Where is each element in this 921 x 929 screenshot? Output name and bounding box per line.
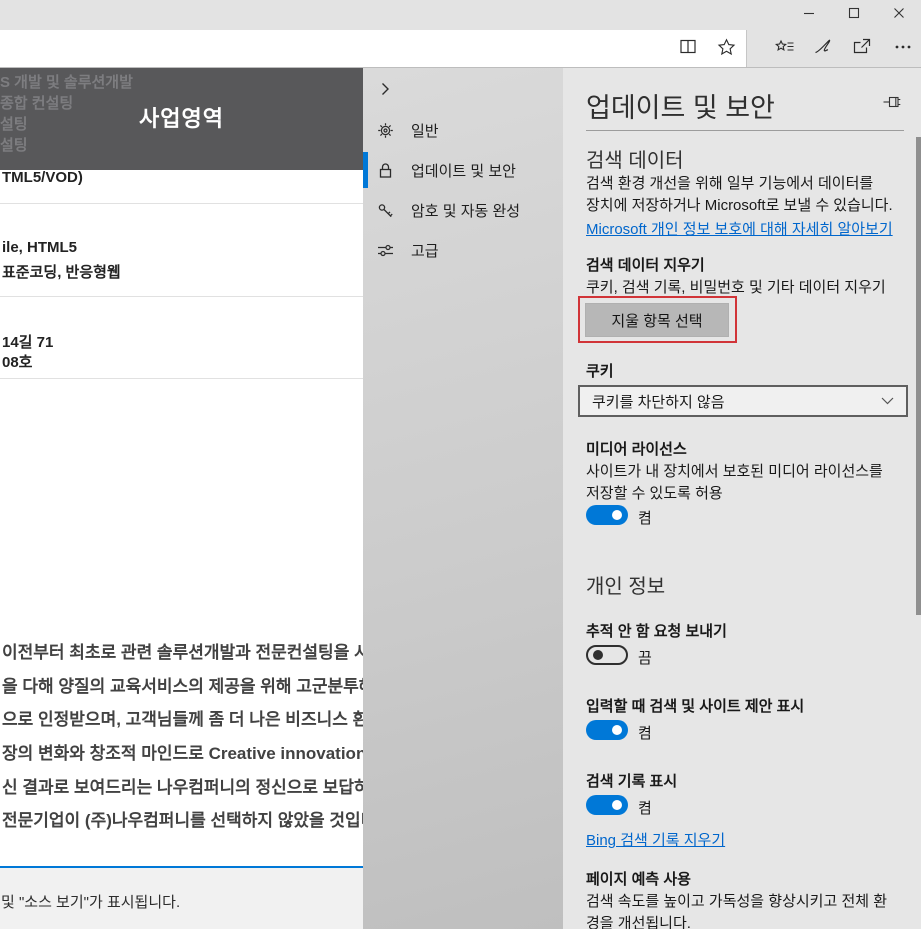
settings-more-button[interactable] bbox=[890, 38, 916, 60]
browsing-data-desc: 장치에 저장하거나 Microsoft로 보낼 수 있습니다. bbox=[586, 194, 893, 215]
minimize-button[interactable] bbox=[786, 0, 831, 30]
title-bar bbox=[0, 0, 921, 30]
key-icon bbox=[377, 202, 394, 219]
address-bar[interactable] bbox=[0, 30, 747, 67]
webpage-menu-item: S 개발 및 솔루션개발 bbox=[0, 71, 133, 92]
webpage-paragraph-line: 신 결과로 보여드리는 나우컴퍼니의 정신으로 보답하겠 bbox=[2, 773, 363, 798]
collapse-panel-button[interactable] bbox=[377, 81, 393, 102]
clear-data-desc: 쿠키, 검색 기록, 비밀번호 및 기타 데이터 지우기 bbox=[586, 276, 886, 297]
cookies-label: 쿠키 bbox=[586, 360, 614, 381]
webpage-paragraph-line: 전문기업이 (주)나우컴퍼니를 선택하지 않았을 것입니 bbox=[2, 806, 363, 831]
search-suggestions-toggle[interactable] bbox=[586, 720, 628, 740]
close-button[interactable] bbox=[876, 0, 921, 30]
page-prediction-heading: 페이지 예측 사용 bbox=[586, 868, 691, 889]
minimize-icon bbox=[803, 6, 815, 24]
web-note-icon bbox=[813, 38, 833, 60]
nav-item-label: 업데이트 및 보안 bbox=[411, 160, 516, 181]
divider bbox=[586, 130, 904, 131]
media-licenses-toggle[interactable] bbox=[586, 505, 628, 525]
divider bbox=[0, 203, 363, 204]
cookies-dropdown-value: 쿠키를 차단하지 않음 bbox=[592, 391, 725, 412]
search-history-toggle-state: 켬 bbox=[638, 797, 652, 818]
webpage-info-line: 08호 bbox=[2, 351, 33, 372]
window-controls bbox=[786, 0, 921, 30]
search-history-label: 검색 기록 표시 bbox=[586, 770, 677, 791]
favorite-star-icon bbox=[717, 38, 736, 61]
webpage-paragraph-line: 을 다해 양질의 교육서비스의 제공을 위해 고군분투해 왔 bbox=[2, 672, 363, 697]
divider bbox=[0, 378, 363, 379]
webpage-header: S 개발 및 솔루션개발 종합 컨설팅 설팅 설팅 사업영역 bbox=[0, 68, 363, 170]
sliders-icon bbox=[377, 242, 394, 259]
media-licenses-toggle-state: 켬 bbox=[638, 507, 652, 528]
search-suggestions-label: 입력할 때 검색 및 사이트 제안 표시 bbox=[586, 695, 804, 716]
webpage-info-line: 표준코딩, 반응형웹 bbox=[2, 261, 121, 282]
content-area: S 개발 및 솔루션개발 종합 컨설팅 설팅 설팅 사업영역 TML5/VOD)… bbox=[0, 68, 921, 929]
pin-icon bbox=[883, 95, 901, 112]
webpage-menu-item: 설팅 bbox=[0, 134, 28, 155]
chevron-right-icon bbox=[377, 84, 393, 101]
panel-scrollbar[interactable] bbox=[916, 137, 921, 615]
privacy-heading: 개인 정보 bbox=[586, 570, 665, 599]
web-note-button[interactable] bbox=[810, 38, 836, 60]
share-icon bbox=[852, 38, 872, 60]
red-highlight-annotation bbox=[578, 296, 737, 343]
maximize-icon bbox=[848, 6, 860, 24]
nav-item-label: 암호 및 자동 완성 bbox=[411, 200, 520, 221]
webpage-info-line: TML5/VOD) bbox=[2, 169, 83, 186]
browsing-data-desc: 검색 환경 개선을 위해 일부 기능에서 데이터를 bbox=[586, 172, 873, 193]
media-licenses-desc: 사이트가 내 장치에서 보호된 미디어 라이선스를 bbox=[586, 460, 883, 481]
do-not-track-toggle-state: 끔 bbox=[638, 647, 652, 668]
nav-item-label: 고급 bbox=[411, 240, 439, 261]
do-not-track-toggle[interactable] bbox=[586, 645, 628, 665]
panel-title: 업데이트 및 보안 bbox=[586, 86, 775, 125]
browser-toolbar bbox=[0, 30, 921, 68]
settings-panel: 업데이트 및 보안 검색 데이터 검색 환경 개선을 위해 일부 기능에서 데이… bbox=[563, 68, 921, 929]
media-licenses-heading: 미디어 라이선스 bbox=[586, 438, 687, 459]
browsing-data-heading: 검색 데이터 bbox=[586, 144, 684, 173]
settings-nav: 일반 업데이트 및 보안 암호 및 자동 완성 고급 bbox=[363, 68, 563, 929]
cookies-dropdown[interactable]: 쿠키를 차단하지 않음 bbox=[578, 385, 908, 417]
divider bbox=[0, 296, 363, 297]
lock-icon bbox=[377, 162, 394, 179]
nav-item-passwords-autofill[interactable]: 암호 및 자동 완성 bbox=[363, 190, 563, 230]
share-button[interactable] bbox=[849, 38, 875, 60]
do-not-track-label: 추적 안 함 요청 보내기 bbox=[586, 620, 727, 641]
nav-item-advanced[interactable]: 고급 bbox=[363, 230, 563, 270]
notification-bar: 및 "소스 보기"가 표시됩니다. bbox=[0, 868, 363, 929]
close-icon bbox=[893, 6, 905, 24]
nav-item-label: 일반 bbox=[411, 120, 439, 141]
clear-data-heading: 검색 데이터 지우기 bbox=[586, 254, 705, 275]
nav-item-general[interactable]: 일반 bbox=[363, 110, 563, 150]
search-suggestions-toggle-state: 켬 bbox=[638, 722, 652, 743]
search-history-toggle[interactable] bbox=[586, 795, 628, 815]
chevron-down-icon bbox=[881, 397, 894, 405]
add-favorite-button[interactable] bbox=[714, 38, 738, 60]
settings-nav-list: 일반 업데이트 및 보안 암호 및 자동 완성 고급 bbox=[363, 110, 563, 270]
webpage: S 개발 및 솔루션개발 종합 컨설팅 설팅 설팅 사업영역 TML5/VOD)… bbox=[0, 68, 363, 929]
media-licenses-desc: 저장할 수 있도록 허용 bbox=[586, 482, 723, 503]
nav-item-update-security[interactable]: 업데이트 및 보안 bbox=[363, 150, 563, 190]
page-prediction-desc: 경을 개선됩니다. bbox=[586, 912, 691, 929]
webpage-info-line: 14길 71 bbox=[2, 331, 53, 352]
more-icon bbox=[894, 39, 912, 60]
webpage-paragraph-line: 장의 변화와 창조적 마인드로 Creative innovation을 bbox=[2, 739, 363, 764]
webpage-paragraph-line: 으로 인정받으며, 고객님들께 좀 더 나은 비즈니스 환경 bbox=[2, 705, 363, 730]
reading-view-button[interactable] bbox=[676, 38, 700, 60]
webpage-info-line: ile, HTML5 bbox=[2, 239, 77, 256]
browser-window: S 개발 및 솔루션개발 종합 컨설팅 설팅 설팅 사업영역 TML5/VOD)… bbox=[0, 0, 921, 929]
hub-button[interactable] bbox=[772, 38, 798, 60]
gear-icon bbox=[377, 122, 394, 139]
pin-panel-button[interactable] bbox=[883, 95, 901, 113]
webpage-title: 사업영역 bbox=[0, 101, 363, 133]
notification-text: 및 "소스 보기"가 표시됩니다. bbox=[1, 891, 180, 912]
privacy-learn-more-link[interactable]: Microsoft 개인 정보 보호에 대해 자세히 알아보기 bbox=[586, 218, 893, 239]
hub-icon bbox=[775, 38, 795, 60]
clear-bing-history-link[interactable]: Bing 검색 기록 지우기 bbox=[586, 829, 725, 850]
page-prediction-desc: 검색 속도를 높이고 가독성을 향상시키고 전체 환 bbox=[586, 890, 887, 911]
webpage-paragraph-line: 이전부터 최초로 관련 솔루션개발과 전문컨설팅을 시작 bbox=[2, 638, 363, 663]
maximize-button[interactable] bbox=[831, 0, 876, 30]
reading-view-icon bbox=[678, 38, 698, 60]
